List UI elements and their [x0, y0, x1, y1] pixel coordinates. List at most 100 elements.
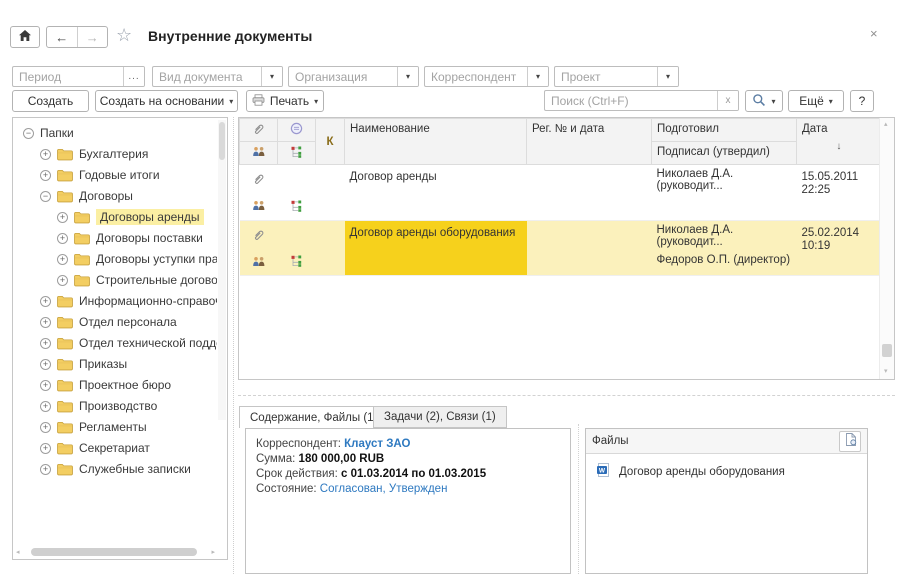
scrollbar-thumb[interactable] — [31, 548, 197, 556]
search-box[interactable]: x — [544, 90, 739, 111]
expand-icon[interactable]: + — [40, 401, 51, 412]
file-list-item[interactable]: W Договор аренды оборудования — [586, 454, 867, 489]
name-cell[interactable]: Договор аренды оборудования — [345, 220, 527, 276]
expand-icon[interactable]: + — [57, 254, 68, 265]
expand-icon[interactable]: + — [40, 296, 51, 307]
more-button[interactable]: Ещё ▾ — [788, 90, 844, 112]
tree-item[interactable]: +Годовые итоги — [13, 165, 160, 185]
create-based-on-button[interactable]: Создать на основании ▾ — [95, 90, 238, 112]
tree-item[interactable]: +Регламенты — [13, 417, 147, 437]
expand-icon[interactable]: + — [40, 380, 51, 391]
tree-horizontal-scrollbar[interactable] — [25, 548, 203, 556]
period-picker-button[interactable]: ... — [123, 67, 144, 86]
expand-icon[interactable]: + — [40, 422, 51, 433]
main-splitter[interactable] — [233, 117, 234, 574]
expand-icon[interactable]: + — [57, 233, 68, 244]
tree-item[interactable]: +Производство — [13, 396, 157, 416]
tree-item[interactable]: +Информационно-справочные — [13, 291, 217, 311]
signed-cell[interactable] — [652, 195, 797, 220]
collapse-icon[interactable]: − — [23, 128, 34, 139]
help-button[interactable]: ? — [850, 90, 874, 112]
tree-item[interactable]: +Отдел технической поддержки — [13, 333, 217, 353]
project-dropdown-icon[interactable]: ▾ — [657, 67, 678, 86]
prepared-column-header[interactable]: Подготовил — [652, 119, 797, 142]
create-button[interactable]: Создать — [12, 90, 89, 112]
people-cell[interactable] — [240, 251, 278, 276]
tasks-cell[interactable] — [278, 251, 316, 276]
scroll-down-icon[interactable]: ▾ — [884, 368, 888, 375]
paperclip-column-header[interactable] — [240, 119, 278, 142]
expand-icon[interactable]: + — [57, 275, 68, 286]
tree-item[interactable]: +Строительные договоры — [13, 270, 217, 290]
correspondent-input[interactable] — [425, 67, 527, 86]
expand-icon[interactable]: + — [40, 317, 51, 328]
doc-type-input[interactable] — [153, 67, 261, 86]
tree-item[interactable]: +Договоры уступки прав — [13, 249, 217, 269]
tab-tasks-links[interactable]: Задачи (2), Связи (1) — [373, 406, 507, 428]
paperclip-cell[interactable] — [240, 165, 278, 196]
organization-filter[interactable]: ▾ — [288, 66, 419, 87]
name-column-header[interactable]: Наименование — [345, 119, 527, 165]
date-cell[interactable]: 15.05.201122:25 — [797, 165, 880, 221]
prepared-cell[interactable]: Николаев Д.А. (руководит... — [652, 165, 797, 196]
correspondent-filter[interactable]: ▾ — [424, 66, 549, 87]
grid-vertical-scrollbar[interactable]: ▴ ▾ — [879, 118, 894, 379]
prepared-cell[interactable]: Николаев Д.А. (руководит... — [652, 220, 797, 251]
search-input[interactable] — [545, 91, 717, 110]
project-filter[interactable]: ▾ — [554, 66, 679, 87]
search-clear-icon[interactable]: x — [717, 91, 738, 110]
organization-input[interactable] — [289, 67, 397, 86]
paperclip-cell[interactable] — [240, 220, 278, 251]
period-filter[interactable]: ... — [12, 66, 145, 87]
tree-item[interactable]: +Бухгалтерия — [13, 144, 148, 164]
tree-item[interactable]: −Папки — [13, 123, 74, 143]
tasks-column-header[interactable] — [278, 142, 316, 165]
expand-icon[interactable]: + — [40, 149, 51, 160]
organization-dropdown-icon[interactable]: ▾ — [397, 67, 418, 86]
horizontal-splitter[interactable] — [238, 395, 895, 396]
tree-item[interactable]: +Договоры поставки — [13, 228, 203, 248]
table-row[interactable]: Договор арендыНиколаев Д.А. (руководит..… — [240, 165, 880, 196]
tree-item[interactable]: +Проектное бюро — [13, 375, 171, 395]
close-icon[interactable]: × — [870, 26, 878, 41]
expand-icon[interactable]: + — [40, 359, 51, 370]
forward-button[interactable]: → — [78, 27, 108, 47]
tree-item[interactable]: +Договоры аренды — [13, 207, 204, 227]
tree-item[interactable]: +Отдел персонала — [13, 312, 177, 332]
k-column-header[interactable]: К — [316, 119, 345, 165]
date-cell[interactable]: 25.02.201410:19 — [797, 220, 880, 276]
print-button[interactable]: Печать ▾ — [246, 90, 324, 112]
back-button[interactable]: ← — [47, 27, 78, 47]
scroll-left-icon[interactable]: ◂ — [16, 549, 20, 556]
k-cell[interactable] — [316, 165, 345, 221]
correspondent-dropdown-icon[interactable]: ▾ — [527, 67, 548, 86]
expand-icon[interactable]: + — [40, 464, 51, 475]
people-cell[interactable] — [240, 195, 278, 220]
tree-item[interactable]: +Приказы — [13, 354, 127, 374]
doc-type-filter[interactable]: ▾ — [152, 66, 283, 87]
tab-content-files[interactable]: Содержание, Файлы (1) — [239, 406, 388, 428]
signed-column-header[interactable]: Подписал (утвердил) — [652, 142, 797, 165]
tree-item[interactable]: +Секретариат — [13, 438, 150, 458]
collapse-icon[interactable]: − — [40, 191, 51, 202]
reg-cell[interactable] — [527, 220, 652, 276]
project-input[interactable] — [555, 67, 657, 86]
tree-item[interactable]: −Договоры — [13, 186, 133, 206]
table-row[interactable]: Договор аренды оборудованияНиколаев Д.А.… — [240, 220, 880, 251]
new-file-button[interactable] — [839, 431, 861, 452]
home-button[interactable] — [10, 26, 40, 48]
reg-column-header[interactable]: Рег. № и дата — [527, 119, 652, 165]
reg-cell[interactable] — [527, 165, 652, 221]
bottom-splitter[interactable] — [578, 424, 579, 574]
period-input[interactable] — [13, 67, 123, 86]
expand-icon[interactable]: + — [57, 212, 68, 223]
tasks-cell[interactable] — [278, 195, 316, 220]
people-column-header[interactable] — [240, 142, 278, 165]
status-cell[interactable] — [278, 165, 316, 196]
scrollbar-thumb[interactable] — [219, 122, 225, 160]
state-link[interactable]: Согласован, Утвержден — [320, 483, 448, 495]
date-column-header[interactable]: Дата ↓ — [797, 119, 880, 165]
favorite-star-icon[interactable]: ☆ — [116, 25, 132, 46]
expand-icon[interactable]: + — [40, 170, 51, 181]
expand-icon[interactable]: + — [40, 443, 51, 454]
